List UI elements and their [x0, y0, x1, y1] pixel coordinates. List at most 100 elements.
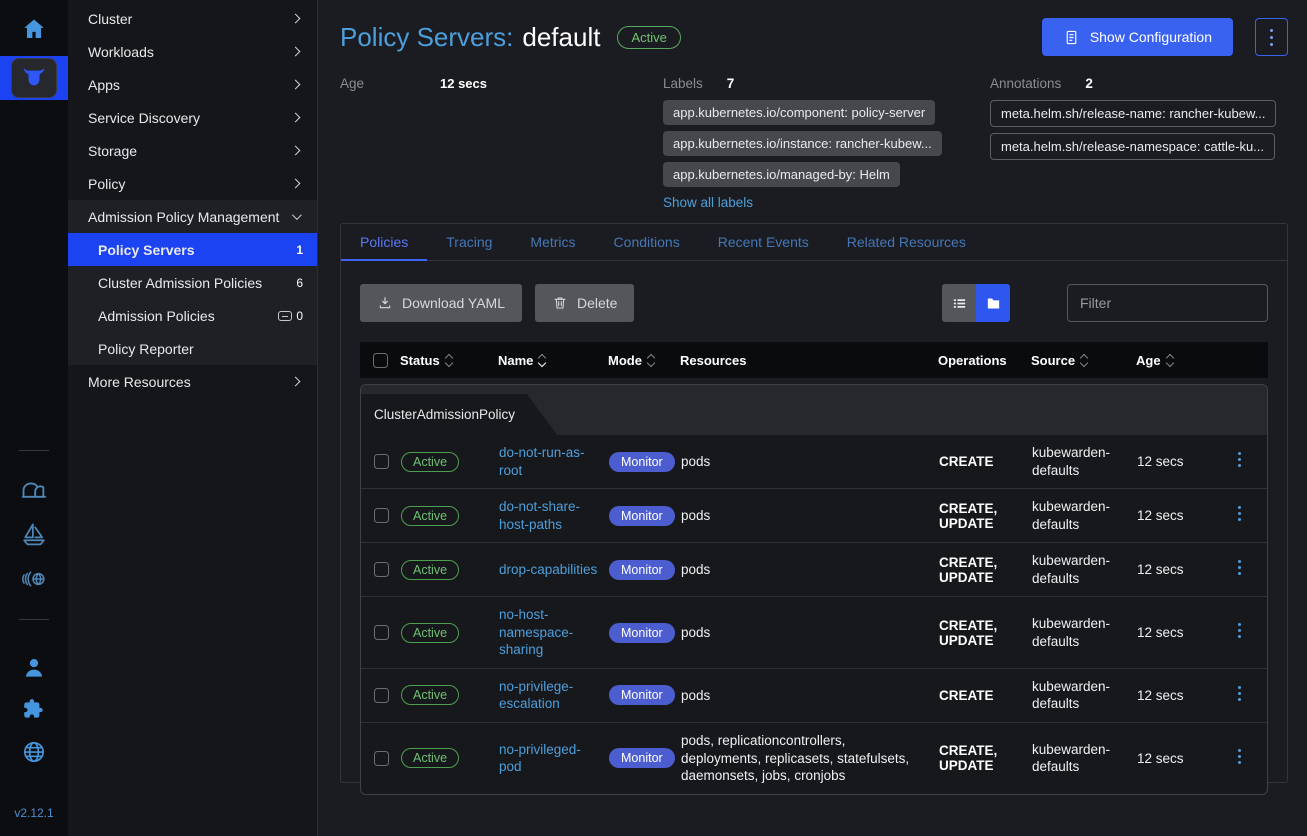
policies-table: Status Name Mode Resources Operations So…: [360, 342, 1268, 795]
row-actions-button[interactable]: [1212, 630, 1267, 635]
local-cluster-icon[interactable]: [20, 477, 48, 505]
globe-icon[interactable]: [21, 739, 47, 765]
sidebar-nav: Cluster Workloads Apps Service Discovery…: [68, 0, 318, 836]
sidebar-item-admission-policy-management[interactable]: Admission Policy Management: [68, 200, 317, 233]
tab[interactable]: Recent Events: [699, 224, 828, 261]
column-header-name[interactable]: Name: [498, 353, 608, 368]
harbor-cluster-icon[interactable]: [20, 521, 48, 549]
row-checkbox[interactable]: [374, 562, 389, 577]
table-row: Active do-not-share-host-paths Monitor p…: [361, 489, 1267, 543]
version-label: v2.12.1: [14, 806, 53, 820]
sidebar-item[interactable]: Storage: [68, 134, 317, 167]
header-actions-menu-button[interactable]: [1255, 18, 1288, 56]
icon-rail: v2.12.1: [0, 0, 68, 836]
fleet-cluster-icon[interactable]: [20, 565, 48, 593]
source-cell: kubewarden-defaults: [1032, 552, 1137, 587]
tab[interactable]: Metrics: [511, 224, 594, 261]
row-actions-button[interactable]: [1212, 459, 1267, 464]
source-cell: kubewarden-defaults: [1032, 444, 1137, 479]
sidebar-item-more-resources[interactable]: More Resources: [68, 365, 317, 398]
column-header-source[interactable]: Source: [1031, 353, 1136, 368]
resource-details: Age 12 secs Labels 7 app.kubernetes.io/c…: [340, 74, 1288, 210]
row-checkbox[interactable]: [374, 625, 389, 640]
row-checkbox[interactable]: [374, 508, 389, 523]
tab[interactable]: Related Resources: [828, 224, 985, 261]
show-configuration-button[interactable]: Show Configuration: [1042, 18, 1233, 56]
row-checkbox[interactable]: [374, 454, 389, 469]
age-cell: 12 secs: [1137, 561, 1212, 579]
column-header-resources[interactable]: Resources: [680, 353, 938, 368]
policy-name-link[interactable]: do-not-run-as-root: [499, 444, 609, 479]
status-badge: Active: [401, 748, 459, 768]
column-header-status[interactable]: Status: [400, 353, 498, 368]
sidebar-item-policy-reporter[interactable]: Policy Reporter: [68, 332, 317, 365]
policy-name-link[interactable]: drop-capabilities: [499, 561, 609, 579]
tab[interactable]: Conditions: [595, 224, 699, 261]
select-all-checkbox[interactable]: [373, 353, 388, 368]
sidebar-item[interactable]: Cluster: [68, 2, 317, 35]
download-icon: [377, 295, 393, 311]
sidebar-item-admission-policies[interactable]: Admission Policies 0: [68, 299, 317, 332]
status-badge: Active: [401, 623, 459, 643]
policy-name-link[interactable]: no-host-namespace-sharing: [499, 606, 609, 659]
filter-input[interactable]: [1067, 284, 1268, 322]
sidebar-item[interactable]: Policy: [68, 167, 317, 200]
download-yaml-button[interactable]: Download YAML: [360, 284, 522, 322]
column-header-mode[interactable]: Mode: [608, 353, 680, 368]
sidebar-item-cluster-admission-policies[interactable]: Cluster Admission Policies 6: [68, 266, 317, 299]
user-icon[interactable]: [21, 655, 47, 681]
sidebar-item[interactable]: Service Discovery: [68, 101, 317, 134]
resources-cell: pods: [681, 624, 939, 642]
row-actions-button[interactable]: [1212, 693, 1267, 698]
view-toggle: [942, 284, 1010, 322]
annotations-detail: Annotations 2 meta.helm.sh/release-name:…: [990, 74, 1288, 166]
policy-name-link[interactable]: do-not-share-host-paths: [499, 498, 609, 533]
policy-name-link[interactable]: no-privilege-escalation: [499, 678, 609, 713]
namespace-filter-icon: [278, 311, 292, 321]
table-header-row: Status Name Mode Resources Operations So…: [360, 342, 1268, 378]
age-cell: 12 secs: [1137, 624, 1212, 642]
document-icon: [1063, 29, 1080, 46]
row-checkbox[interactable]: [374, 688, 389, 703]
age-cell: 12 secs: [1137, 687, 1212, 705]
sidebar-item[interactable]: Apps: [68, 68, 317, 101]
page-title-type: Policy Servers:: [340, 22, 513, 53]
chevron-right-icon: [291, 113, 301, 123]
column-header-operations[interactable]: Operations: [938, 353, 1031, 368]
header-actions: Show Configuration: [1042, 18, 1288, 56]
sidebar-item-label: Workloads: [88, 44, 292, 60]
table-row: Active drop-capabilities Monitor pods CR…: [361, 543, 1267, 597]
row-actions-button[interactable]: [1212, 567, 1267, 572]
delete-label: Delete: [577, 295, 617, 311]
kebab-icon: [1238, 623, 1241, 626]
status-badge: Active: [401, 506, 459, 526]
status-badge: Active: [401, 452, 459, 472]
row-actions-button[interactable]: [1212, 756, 1267, 761]
sidebar-item[interactable]: Workloads: [68, 35, 317, 68]
column-header-age[interactable]: Age: [1136, 353, 1211, 368]
policy-name-link[interactable]: no-privileged-pod: [499, 741, 609, 776]
tab[interactable]: Tracing: [427, 224, 511, 261]
resources-cell: pods: [681, 507, 939, 525]
sidebar-item-label: Policy Reporter: [98, 341, 303, 357]
row-actions-button[interactable]: [1212, 513, 1267, 518]
operations-cell: CREATE: [939, 688, 1032, 703]
table-row: Active no-privileged-pod Monitor pods, r…: [361, 723, 1267, 794]
row-checkbox[interactable]: [374, 751, 389, 766]
source-cell: kubewarden-defaults: [1032, 741, 1137, 776]
home-icon[interactable]: [21, 16, 47, 42]
list-view-button[interactable]: [942, 284, 976, 322]
group-view-button[interactable]: [976, 284, 1010, 322]
chevron-right-icon: [291, 80, 301, 90]
sidebar-item-policy-servers[interactable]: Policy Servers 1: [68, 233, 317, 266]
sidebar-item-label: Admission Policy Management: [88, 209, 292, 225]
show-all-labels-link[interactable]: Show all labels: [663, 195, 753, 210]
label-pill: app.kubernetes.io/component: policy-serv…: [663, 100, 935, 125]
tab[interactable]: Policies: [341, 224, 427, 261]
extensions-icon[interactable]: [21, 697, 47, 723]
kubewarden-app-button[interactable]: [0, 56, 68, 100]
sort-icon: [1167, 355, 1173, 366]
age-label: Age: [340, 76, 440, 91]
delete-button[interactable]: Delete: [535, 284, 634, 322]
chevron-right-icon: [291, 179, 301, 189]
